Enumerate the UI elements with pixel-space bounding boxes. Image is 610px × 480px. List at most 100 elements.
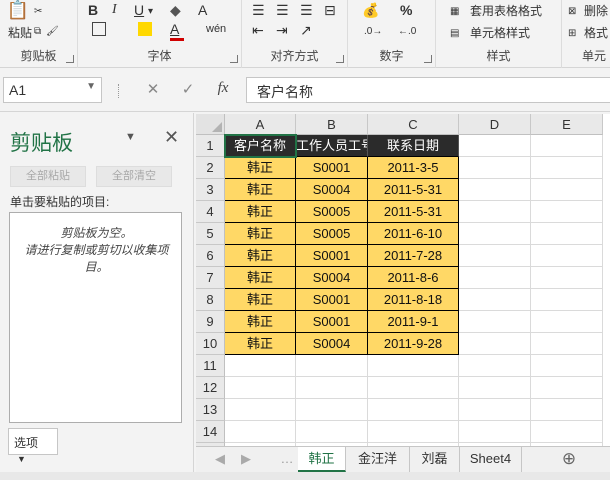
close-icon[interactable]: ✕ [164,127,179,148]
data-cell[interactable]: S0005 [296,223,368,245]
borders-icon[interactable] [92,22,106,36]
scroll-left-icon[interactable]: ◀ [210,447,230,472]
data-cell[interactable]: 2011-5-31 [368,201,459,223]
empty-cell[interactable] [368,377,459,399]
data-cell[interactable]: S0005 [296,201,368,223]
empty-cell[interactable] [459,135,531,157]
empty-cell[interactable] [531,245,603,267]
align-right-icon[interactable]: ☰ [300,2,313,18]
underline-dropdown-icon[interactable]: ▾ [148,4,153,20]
empty-cell[interactable] [459,289,531,311]
percent-button[interactable]: % [400,2,412,18]
data-cell[interactable]: S0004 [296,267,368,289]
header-cell[interactable]: 客户名称 [225,135,296,157]
increase-indent-icon[interactable]: ⇥ [276,22,288,38]
sheet-tab[interactable]: Sheet4 [460,447,522,472]
data-cell[interactable]: 2011-8-18 [368,289,459,311]
orientation-icon[interactable]: ↗ [300,22,312,38]
row-header[interactable]: 11 [196,355,225,377]
data-cell[interactable]: 韩正 [225,245,296,267]
row-header[interactable]: 9 [196,311,225,333]
cell-styles-button[interactable]: 单元格样式 [470,24,530,41]
paste-icon[interactable]: 📋 [6,1,30,24]
row-header[interactable]: 5 [196,223,225,245]
clipboard-launcher-icon[interactable] [66,55,74,63]
data-cell[interactable]: 2011-9-28 [368,333,459,355]
header-cell[interactable]: 联系日期 [368,135,459,157]
empty-cell[interactable] [531,311,603,333]
enter-button[interactable]: ✓ [178,80,198,98]
cut-icon[interactable]: ✂ [34,4,42,20]
font-launcher-icon[interactable] [230,55,238,63]
data-cell[interactable]: S0001 [296,311,368,333]
data-cell[interactable]: 韩正 [225,201,296,223]
options-button[interactable]: 选项 ▼ [8,428,58,464]
data-cell[interactable]: 2011-7-28 [368,245,459,267]
column-header[interactable]: E [531,114,603,135]
empty-cell[interactable] [531,267,603,289]
number-launcher-icon[interactable] [424,55,432,63]
empty-cell[interactable] [459,399,531,421]
data-cell[interactable]: 2011-8-6 [368,267,459,289]
empty-cell[interactable] [531,333,603,355]
empty-cell[interactable] [296,421,368,443]
delete-button[interactable]: 删除 [584,2,608,19]
chevron-down-icon[interactable]: ▼ [86,81,96,92]
empty-cell[interactable] [531,355,603,377]
column-header[interactable]: C [368,114,459,135]
paste-button[interactable]: 粘贴 [8,24,32,41]
worksheet-grid[interactable]: ABCDE 123456789101112131415 客户名称工作人员工号联系… [196,114,610,446]
empty-cell[interactable] [459,377,531,399]
empty-cell[interactable] [225,355,296,377]
copy-icon[interactable]: ⧉ [34,24,41,40]
cancel-button[interactable]: ✕ [143,80,163,98]
empty-cell[interactable] [459,223,531,245]
sheet-tab[interactable]: 金汪洋 [346,447,410,472]
empty-cell[interactable] [296,355,368,377]
empty-cell[interactable] [368,399,459,421]
data-cell[interactable]: 韩正 [225,289,296,311]
format-as-table-button[interactable]: 套用表格格式 [470,2,542,19]
sheet-tab[interactable]: 刘磊 [410,447,460,472]
data-cell[interactable]: S0001 [296,157,368,179]
data-cell[interactable]: S0004 [296,333,368,355]
data-cell[interactable]: 2011-5-31 [368,179,459,201]
format-painter-icon[interactable]: 🖌 [46,24,59,40]
row-header[interactable]: 13 [196,399,225,421]
row-header[interactable]: 2 [196,157,225,179]
row-header[interactable]: 6 [196,245,225,267]
column-header[interactable]: D [459,114,531,135]
merge-center-icon[interactable]: ⊟ [324,2,336,18]
row-header[interactable]: 3 [196,179,225,201]
decrease-decimal-icon[interactable]: ←.0 [398,24,416,40]
empty-cell[interactable] [225,399,296,421]
column-header[interactable]: B [296,114,368,135]
data-cell[interactable]: 韩正 [225,223,296,245]
header-cell[interactable]: 工作人员工号 [296,135,368,157]
format-button[interactable]: 格式 [584,24,608,41]
data-cell[interactable]: 韩正 [225,333,296,355]
empty-cell[interactable] [225,377,296,399]
empty-cell[interactable] [531,135,603,157]
insert-function-button[interactable]: fx [213,80,233,97]
sheet-tab[interactable]: 韩正 [298,447,346,472]
data-cell[interactable]: 2011-3-5 [368,157,459,179]
formula-input[interactable]: 客户名称 [246,77,610,103]
bold-button[interactable]: B [88,2,98,18]
align-left-icon[interactable]: ☰ [252,2,265,18]
empty-cell[interactable] [531,201,603,223]
data-cell[interactable]: 2011-9-1 [368,311,459,333]
empty-cell[interactable] [531,421,603,443]
italic-button[interactable]: I [112,2,117,18]
data-cell[interactable]: 2011-6-10 [368,223,459,245]
empty-cell[interactable] [368,421,459,443]
empty-cell[interactable] [459,311,531,333]
empty-cell[interactable] [296,399,368,421]
empty-cell[interactable] [368,355,459,377]
chevron-down-icon[interactable]: ▼ [125,131,136,143]
row-header[interactable]: 4 [196,201,225,223]
empty-cell[interactable] [459,245,531,267]
empty-cell[interactable] [459,421,531,443]
paste-all-button[interactable]: 全部粘贴 [10,166,86,187]
empty-cell[interactable] [459,267,531,289]
